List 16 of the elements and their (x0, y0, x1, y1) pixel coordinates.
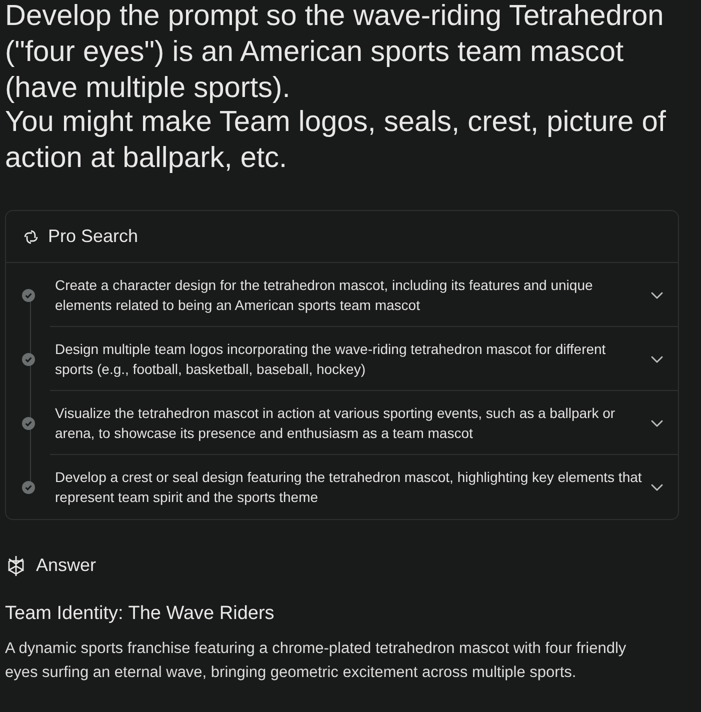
swirl-icon (22, 228, 40, 246)
query-text: Develop the prompt so the wave-riding Tetrahedron ("four eyes") is an American sports team mascot (have multiple sports). (5, 0, 665, 106)
pro-search-title: Pro Search (48, 225, 138, 248)
search-step[interactable]: Design multiple team logos incorporating the wave-riding tetrahedron mascot for different sports (e.g., football, basketball, baseball, hockey) (50, 327, 678, 391)
search-step[interactable]: Visualize the tetrahedron mascot in action at various sporting events, such as a ballpark or arena, to showcase its presence and enthusiasm as a team mascot (50, 391, 678, 455)
step-text: Design multiple team logos incorporating the wave-riding tetrahedron mascot for different sports (e.g., football, basketball, baseball, hockey) (55, 340, 607, 378)
search-step[interactable]: Develop a crest or seal design featuring the tetrahedron mascot, highlighting key elements that represent team spirit and the sports theme (50, 455, 678, 519)
answer-icon (6, 554, 26, 576)
answer-heading: Team Identity: The Wave Riders (4, 602, 276, 626)
answer-text: A dynamic sports franchise featuring a chrome-plated tetrahedron mascot with four friendly eyes surfing an eternal wave, bringing geometric excitement across multiple sports. (4, 639, 628, 683)
answer-label: Answer (36, 554, 96, 577)
step-text: Develop a crest or seal design featuring the tetrahedron mascot, highlighting key elements that represent team spirit and the sports theme (55, 468, 643, 507)
query-text: You might make Team logos, seals, crest, picture of action at ballpark, etc. (5, 105, 667, 176)
search-step[interactable]: Create a character design for the tetrahedron mascot, including its features and unique elements related to being an American sports team mascot (50, 263, 678, 327)
step-text: Visualize the tetrahedron mascot in action at various sporting events, such as a ballpark or arena, to showcase its presence and enthusiasm as a team mascot (55, 404, 616, 442)
step-text: Create a character design for the tetrahedron mascot, including its features and unique elements related to being an American sports team mascot (55, 276, 594, 314)
